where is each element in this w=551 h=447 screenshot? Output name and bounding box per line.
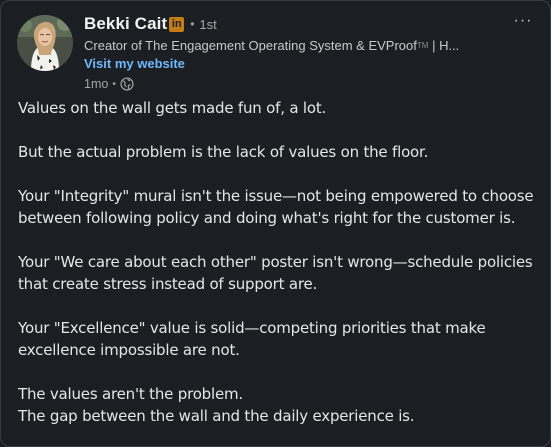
author-headline[interactable]: Creator of The Engagement Operating Syst… (84, 37, 504, 54)
post-line: The values aren't the problem. (18, 385, 243, 403)
post-age[interactable]: 1mo (84, 77, 108, 91)
avatar-photo (17, 15, 73, 71)
post-paragraph: Your "Integrity" mural isn't the issue—n… (18, 185, 538, 229)
post-line: Your "Excellence" value is solid—competi… (18, 319, 486, 337)
ellipsis-icon: ··· (513, 12, 533, 29)
meta-separator-dot: • (112, 78, 116, 90)
globe-icon (120, 77, 134, 91)
post-line: Your "Integrity" mural isn't the issue—n… (18, 187, 534, 205)
author-name-row: Bekki Cait in • 1st (84, 13, 504, 35)
post-line: between following policy and doing what'… (18, 209, 516, 227)
post-line: Your "We care about each other" poster i… (18, 253, 533, 271)
post-paragraph: Values on the wall gets made fun of, a l… (18, 97, 538, 119)
headline-more: | H... (432, 38, 460, 53)
connection-degree: 1st (199, 16, 217, 32)
headline-text: Creator of The Engagement Operating Syst… (84, 38, 417, 53)
author-name[interactable]: Bekki Cait (84, 14, 167, 34)
post-card: Bekki Cait in • 1st Creator of The Engag… (0, 0, 551, 447)
more-options-button[interactable]: ··· (512, 11, 534, 31)
post-line: The gap between the wall and the daily e… (18, 407, 415, 425)
post-line: that create stress instead of support ar… (18, 275, 318, 293)
post-meta: 1mo • (84, 75, 504, 93)
post-paragraph: But the actual problem is the lack of va… (18, 141, 538, 163)
post-line: Values on the wall gets made fun of, a l… (18, 99, 327, 117)
post-paragraph: Your "Excellence" value is solid—competi… (18, 317, 538, 361)
linkedin-premium-icon: in (169, 16, 185, 32)
post-header: Bekki Cait in • 1st Creator of The Engag… (84, 13, 504, 93)
post-line: But the actual problem is the lack of va… (18, 143, 429, 161)
headline-trademark: TM (416, 41, 429, 50)
post-line: excellence impossible are not. (18, 341, 240, 359)
visit-website-link[interactable]: Visit my website (84, 55, 185, 72)
post-paragraph: The values aren't the problem. The gap be… (18, 383, 538, 427)
separator-dot: • (190, 17, 195, 31)
author-avatar[interactable] (17, 15, 73, 71)
post-body: Values on the wall gets made fun of, a l… (18, 97, 538, 427)
post-paragraph: Your "We care about each other" poster i… (18, 251, 538, 295)
